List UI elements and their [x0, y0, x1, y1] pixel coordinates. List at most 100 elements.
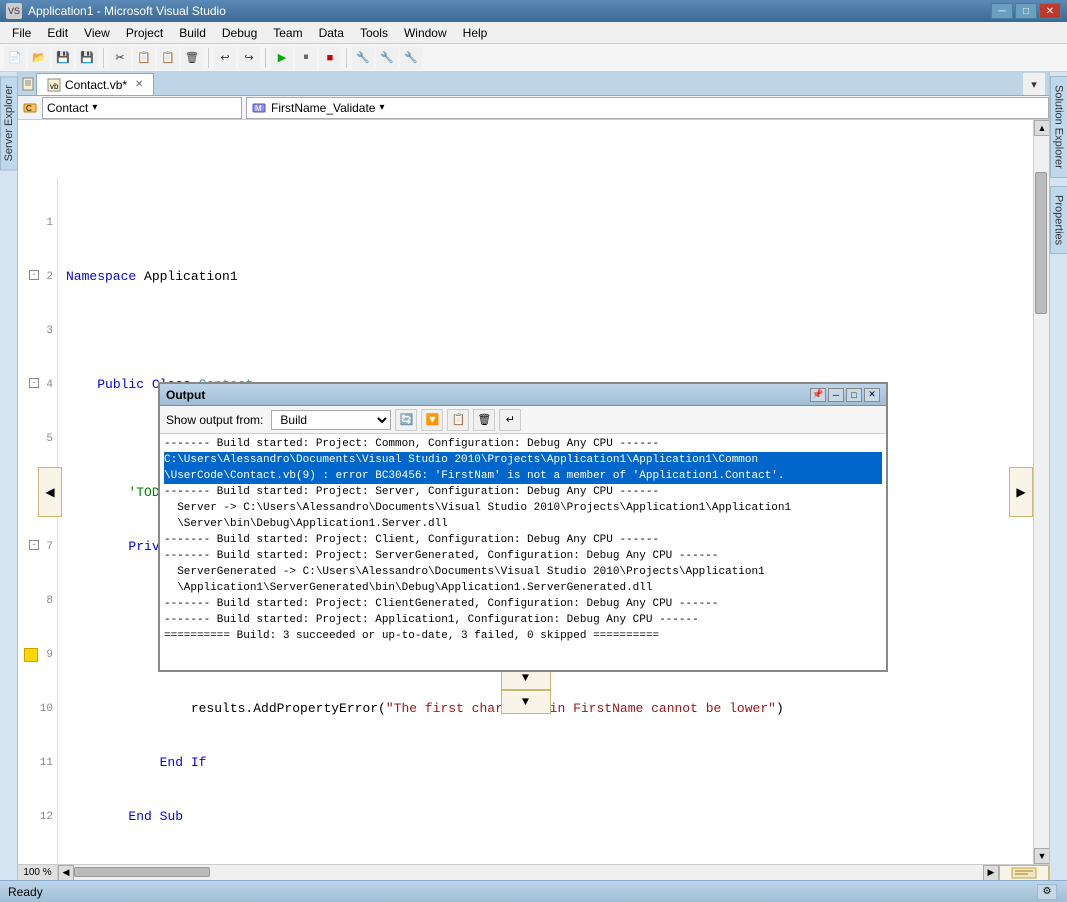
output-pin-button[interactable]: 📌 [810, 388, 826, 402]
menu-team[interactable]: Team [265, 24, 310, 42]
menu-data[interactable]: Data [311, 24, 352, 42]
restore-button[interactable]: □ [1015, 3, 1037, 19]
class-dropdown[interactable]: Contact ▾ [42, 97, 242, 119]
cut-button[interactable]: ✂ [109, 47, 131, 69]
collapse-class[interactable]: - [29, 378, 39, 388]
copy-button[interactable]: 📋 [133, 47, 155, 69]
hscrollbar[interactable]: 100 % ◀ ▶ [18, 864, 1049, 880]
zoom-decrease-button[interactable]: ◀ [58, 865, 74, 881]
tab-label: Contact.vb* [65, 78, 127, 92]
output-controls: 📌 ─ □ ✕ [810, 388, 880, 402]
editor-vscrollbar[interactable]: ▲ ▼ [1033, 120, 1049, 864]
nav-bar: C Contact ▾ M FirstName_Validate ▾ [18, 96, 1049, 120]
toolbar: 📄 📂 💾 💾 ✂ 📋 📋 🗑 ↩ ↪ ▶ ⏸ ■ 🔧 🔧 🔧 [0, 44, 1067, 72]
hscroll-track[interactable] [74, 865, 983, 881]
solution-config[interactable]: 🔧 [352, 47, 374, 69]
output-source-select[interactable]: Build Debug General [271, 410, 391, 430]
method-dropdown-value: FirstName_Validate [271, 101, 375, 115]
right-sidebar: Solution Explorer Properties [1049, 72, 1067, 880]
status-bar: Ready ⚙ [0, 880, 1067, 902]
redo-button[interactable]: ↪ [238, 47, 260, 69]
close-button[interactable]: ✕ [1039, 3, 1061, 19]
save-all-button[interactable]: 💾 [76, 47, 98, 69]
output-refresh-button[interactable]: 🔄 [395, 409, 417, 431]
delete-button[interactable]: 🗑 [181, 47, 203, 69]
menu-edit[interactable]: Edit [39, 24, 76, 42]
mini-scroll-button[interactable] [999, 865, 1049, 881]
tab-list-icon [20, 73, 36, 95]
hscroll-right-button[interactable]: ▶ [983, 865, 999, 881]
menu-project[interactable]: Project [118, 24, 171, 42]
menu-build[interactable]: Build [171, 24, 214, 42]
nav-left-icon: C [18, 96, 42, 120]
solution-explorer-tab[interactable]: Solution Explorer [1050, 76, 1067, 178]
hscroll-thumb[interactable] [74, 867, 210, 877]
tab-bar: vb Contact.vb* ✕ ▾ [18, 72, 1049, 96]
output-content[interactable]: ------- Build started: Project: Common, … [160, 434, 886, 670]
left-sidebar: Server Explorer [0, 72, 18, 880]
menu-bar: File Edit View Project Build Debug Team … [0, 22, 1067, 44]
output-line-0: ------- Build started: Project: Common, … [164, 436, 882, 452]
vscroll-up-button[interactable]: ▲ [1034, 120, 1049, 136]
tab-close-button[interactable]: ✕ [135, 79, 143, 90]
output-toolbar: Show output from: Build Debug General 🔄 … [160, 406, 886, 434]
new-project-button[interactable]: 📄 [4, 47, 26, 69]
output-line-5: ------- Build started: Project: ServerGe… [164, 548, 882, 564]
output-filter-button[interactable]: 🔽 [421, 409, 443, 431]
run-button[interactable]: ▶ [271, 47, 293, 69]
output-maximize-button[interactable]: □ [846, 388, 862, 402]
stop-button[interactable]: ■ [319, 47, 341, 69]
save-button[interactable]: 💾 [52, 47, 74, 69]
method-dropdown-arrow: ▾ [379, 102, 384, 113]
output-line-8: ------- Build started: Project: Applicat… [164, 612, 882, 628]
method-icon: M [251, 100, 267, 116]
menu-help[interactable]: Help [455, 24, 496, 42]
open-button[interactable]: 📂 [28, 47, 50, 69]
minimize-button[interactable]: ─ [991, 3, 1013, 19]
toolbar-separator-1 [103, 48, 104, 68]
collapse-method[interactable]: - [29, 540, 39, 550]
paste-button[interactable]: 📋 [157, 47, 179, 69]
menu-view[interactable]: View [76, 24, 118, 42]
vb-file-icon: vb [47, 78, 61, 92]
right-scroll-button[interactable]: ▶ [1009, 467, 1033, 517]
tab-dropdown-button[interactable]: ▾ [1023, 73, 1045, 95]
menu-debug[interactable]: Debug [214, 24, 265, 42]
left-scroll-button[interactable]: ◀ [38, 467, 62, 517]
properties-tab[interactable]: Properties [1050, 186, 1067, 254]
mini-scroll-icon [1010, 866, 1038, 880]
output-wordwrap-button[interactable]: ↵ [499, 409, 521, 431]
contact-tab[interactable]: vb Contact.vb* ✕ [36, 73, 154, 95]
zoom-display: 100 % [18, 865, 58, 881]
collapse-namespace[interactable]: - [29, 270, 39, 280]
class-dropdown-value: Contact [47, 101, 88, 115]
output-close-button[interactable]: ✕ [864, 388, 880, 402]
output-line-3: Server -> C:\Users\Alessandro\Documents\… [164, 500, 882, 532]
server-explorer-tab[interactable]: Server Explorer [0, 76, 18, 170]
pause-button[interactable]: ⏸ [295, 47, 317, 69]
output-line-1: C:\Users\Alessandro\Documents\Visual Stu… [164, 452, 882, 484]
menu-file[interactable]: File [4, 24, 39, 42]
output-line-6: ServerGenerated -> C:\Users\Alessandro\D… [164, 564, 882, 596]
window-controls: ─ □ ✕ [991, 3, 1061, 19]
zoom-value: 100 % [23, 867, 51, 878]
toolbar-btn-5[interactable]: 🔧 [376, 47, 398, 69]
scroll-down-button2[interactable]: ▼ [501, 690, 551, 714]
app-icon: VS [6, 3, 22, 19]
undo-button[interactable]: ↩ [214, 47, 236, 69]
toolbar-btn-6[interactable]: 🔧 [400, 47, 422, 69]
vscroll-thumb[interactable] [1035, 172, 1047, 314]
method-dropdown[interactable]: M FirstName_Validate ▾ [246, 97, 1049, 119]
output-copy-button[interactable]: 📋 [447, 409, 469, 431]
class-dropdown-arrow: ▾ [92, 102, 97, 113]
output-minimize-button[interactable]: ─ [828, 388, 844, 402]
menu-window[interactable]: Window [396, 24, 455, 42]
output-title-bar: Output 📌 ─ □ ✕ [160, 384, 886, 406]
output-panel-title: Output [166, 388, 205, 402]
breakpoint-marker [24, 648, 38, 662]
output-source-label: Show output from: [166, 413, 263, 427]
vscroll-track[interactable] [1034, 136, 1049, 848]
output-clear-button[interactable]: 🗑 [473, 409, 495, 431]
menu-tools[interactable]: Tools [352, 24, 396, 42]
vscroll-down-button[interactable]: ▼ [1034, 848, 1049, 864]
